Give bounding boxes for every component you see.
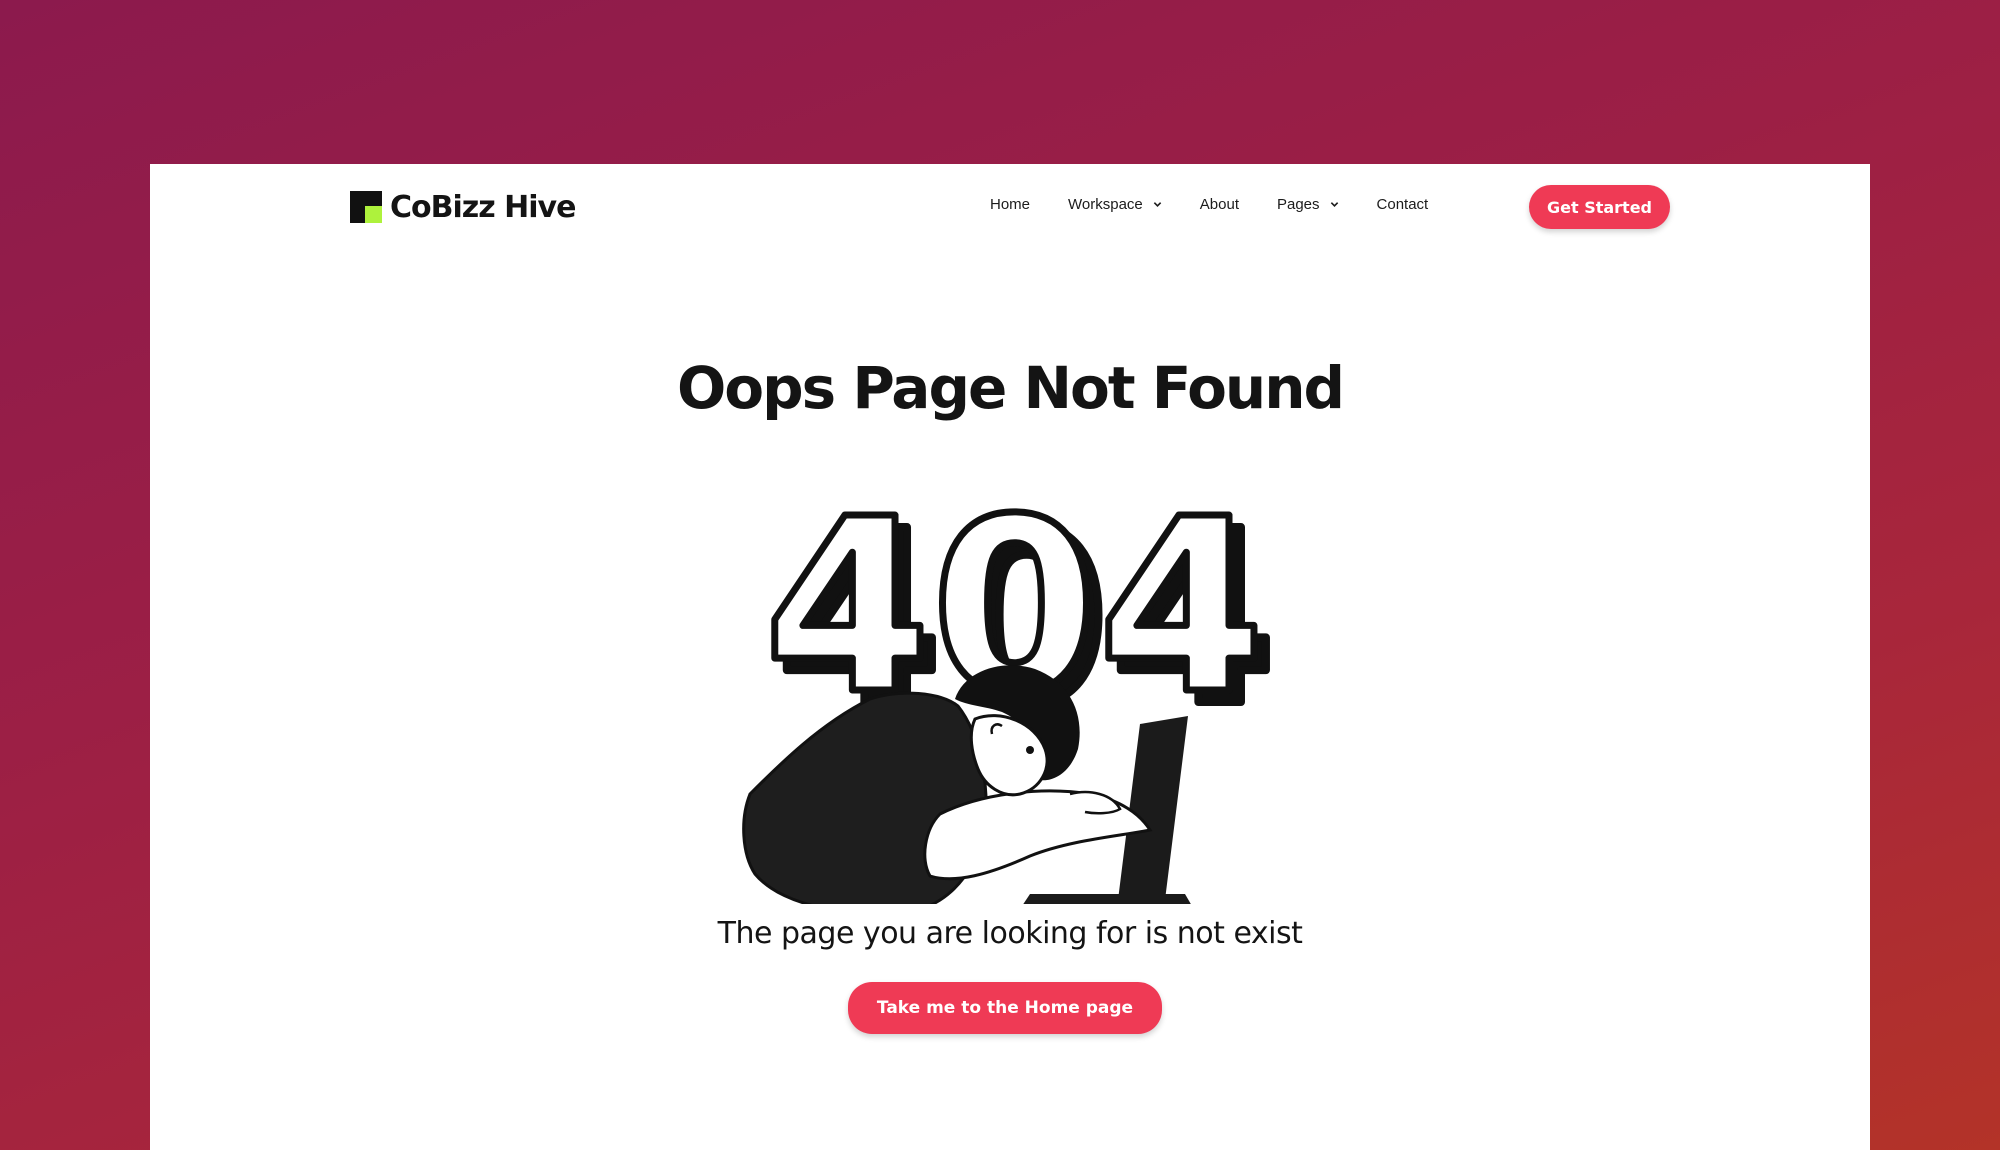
nav-item-label: Pages	[1276, 196, 1320, 213]
nav-item-label: Workspace	[1068, 196, 1143, 213]
chevron-down-icon	[1153, 202, 1162, 207]
not-found-message: The page you are looking for is not exis…	[717, 916, 1303, 951]
chevron-down-icon	[1330, 202, 1338, 207]
nav-item-about[interactable]: About	[1200, 196, 1239, 213]
logo[interactable]: CoBizz Hive	[350, 188, 576, 226]
main-nav: Home Workspace About Pages Contact	[990, 196, 1466, 213]
nav-item-workspace[interactable]: Workspace	[1068, 196, 1162, 213]
404-illustration: 404 404	[742, 464, 1270, 904]
page-title: Oops Page Not Found	[676, 354, 1345, 422]
nav-item-label: Contact	[1376, 196, 1429, 213]
nav-item-pages[interactable]: Pages	[1277, 196, 1339, 213]
nav-item-contact[interactable]: Contact	[1377, 196, 1429, 213]
page-card: CoBizz Hive Home Workspace About Pages C…	[150, 164, 1870, 1150]
brand-name: CoBizz Hive	[390, 189, 576, 225]
home-page-button[interactable]: Take me to the Home page	[848, 982, 1162, 1034]
get-started-button[interactable]: Get Started	[1529, 185, 1670, 229]
logo-mark-icon	[350, 191, 382, 223]
laptop-base	[1023, 894, 1191, 904]
nav-item-label: About	[1199, 196, 1239, 213]
nav-item-home[interactable]: Home	[990, 196, 1030, 213]
person-eye	[1026, 746, 1034, 754]
nav-item-label: Home	[990, 196, 1031, 213]
